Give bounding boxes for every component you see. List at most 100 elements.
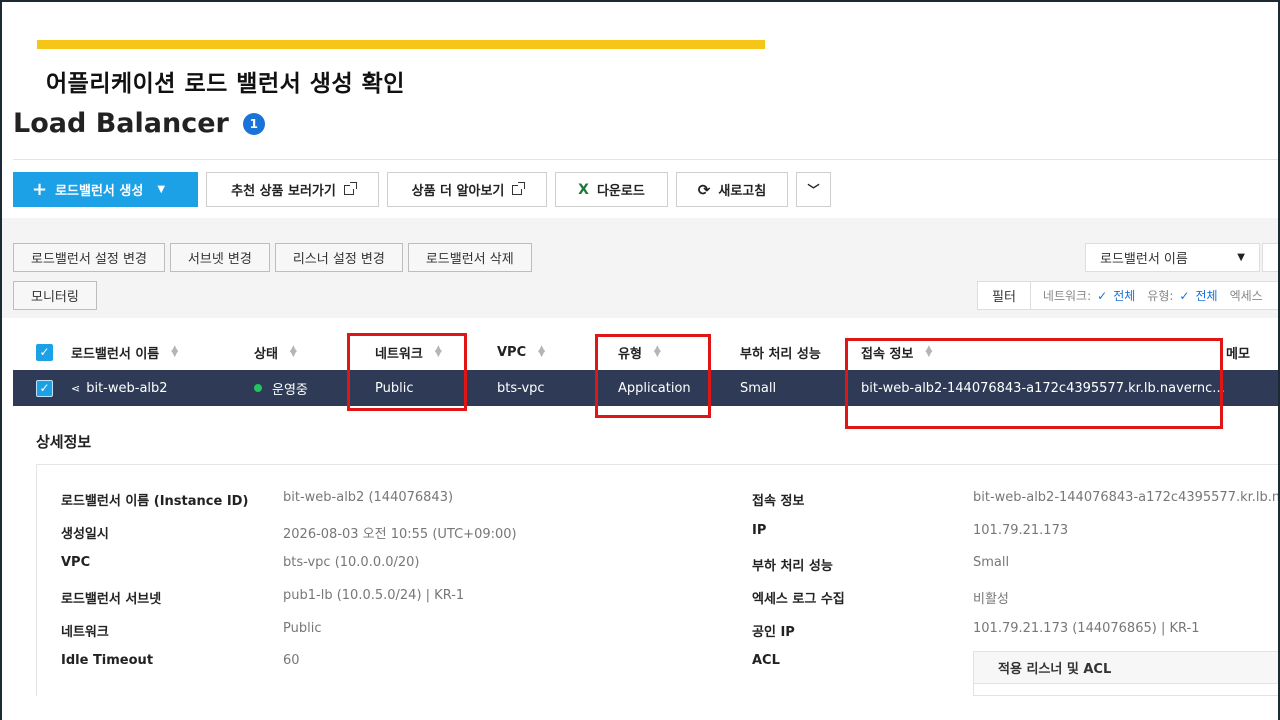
col-name-label: 로드밸런서 이름 [71, 346, 160, 362]
filter-type-label: 유형: [1147, 289, 1174, 303]
detail-label: 부하 처리 성능 [752, 559, 833, 574]
row-type: Application [618, 380, 691, 396]
toolbar: + 로드밸런서 생성 ▼ 추천 상품 보러가기 상품 더 알아보기 X 다운로드… [13, 172, 831, 207]
action-buttons: 로드밸런서 설정 변경 서브넷 변경 리스너 설정 변경 로드밸런서 삭제 [13, 243, 532, 272]
acl-header: 적용 리스너 및 ACL [974, 652, 1280, 684]
change-listener-button[interactable]: 리스너 설정 변경 [274, 243, 403, 272]
external-link-icon [343, 181, 357, 195]
detail-label: Idle Timeout [61, 653, 154, 668]
refresh-label: 새로고침 [718, 184, 767, 199]
check-icon: ✓ [36, 379, 53, 397]
detail-value: 101.79.21.173 (144076865) | KR-1 [973, 621, 1200, 636]
col-access-label: 접속 정보 [861, 346, 914, 362]
header-divider [13, 159, 1280, 160]
col-name[interactable]: 로드밸런서 이름 ▲ ▼ [71, 334, 178, 370]
learn-more-button[interactable]: 상품 더 알아보기 [387, 172, 547, 207]
row-vpc: bts-vpc [497, 380, 545, 396]
search-field-value: 로드밸런서 이름 [1100, 252, 1188, 267]
select-all-checkbox[interactable]: ✓ [36, 334, 53, 370]
detail-value: 2026-08-03 오전 10:55 (UTC+09:00) [283, 527, 517, 542]
filter-type[interactable]: 유형: ✓ 전체 [1147, 287, 1217, 304]
refresh-button[interactable]: ⟳ 새로고침 [676, 172, 788, 207]
count-badge: 1 [242, 112, 265, 135]
filter-bar[interactable]: 필터 네트워크: ✓ 전체 유형: ✓ 전체 엑세스 [977, 281, 1280, 310]
col-memo-label: 메모 [1226, 346, 1250, 362]
monitoring-button[interactable]: 모니터링 [13, 281, 97, 310]
console-screenshot: Load Balancer 1 + 로드밸런서 생성 ▼ 추천 상품 보러가기 … [0, 98, 1280, 696]
detail-label: 로드밸런서 이름 (Instance ID) [61, 494, 249, 509]
detail-label: VPC [61, 555, 91, 570]
row-checkbox[interactable]: ✓ [36, 370, 53, 406]
detail-value: Small [973, 555, 1010, 570]
col-network[interactable]: 네트워크 ▲ ▼ [375, 334, 442, 370]
search-input[interactable] [1262, 243, 1280, 272]
action-buttons-row2: 모니터링 [13, 281, 97, 310]
row-name-value: bit-web-alb2 [86, 380, 168, 396]
refresh-icon: ⟳ [697, 180, 711, 199]
change-lb-settings-button[interactable]: 로드밸런서 설정 변경 [13, 243, 165, 272]
detail-label: IP [752, 523, 767, 538]
recommended-products-button[interactable]: 추천 상품 보러가기 [206, 172, 379, 207]
table-header: ✓ 로드밸런서 이름 ▲ ▼ 상태 ▲ ▼ 네트워크 ▲ ▼ VPC ▲ ▼ 유형 ▲ ▼ 부하 처… [13, 334, 1280, 370]
filter-network-value: 전체 [1113, 289, 1136, 303]
detail-label: 로드밸런서 서브넷 [61, 592, 162, 607]
detail-label: 공인 IP [752, 625, 795, 640]
filter-access[interactable]: 엑세스 [1230, 287, 1263, 304]
detail-panel: 로드밸런서 이름 (Instance ID) bit-web-alb2 (144… [36, 464, 1280, 696]
filter-label: 필터 [978, 282, 1031, 309]
more-dropdown-button[interactable]: ﹀ [796, 172, 831, 207]
col-type[interactable]: 유형 ▲ ▼ [618, 334, 661, 370]
create-lb-label: 로드밸런서 생성 [55, 184, 144, 199]
detail-label: 접속 정보 [752, 494, 805, 509]
detail-label: 엑세스 로그 수집 [752, 592, 845, 607]
col-vpc[interactable]: VPC ▲ ▼ [497, 334, 545, 370]
row-performance: Small [740, 380, 777, 396]
col-status[interactable]: 상태 ▲ ▼ [254, 334, 297, 370]
delete-lb-button[interactable]: 로드밸런서 삭제 [407, 243, 532, 272]
caret-down-icon: ▼ [157, 184, 166, 195]
detail-label: 네트워크 [61, 625, 109, 640]
col-access[interactable]: 접속 정보 ▲ ▼ [861, 334, 932, 370]
col-performance[interactable]: 부하 처리 성능 [740, 334, 821, 370]
row-status-value: 운영중 [272, 382, 308, 398]
col-vpc-label: VPC [497, 344, 527, 360]
detail-value: bit-web-alb2 (144076843) [283, 490, 454, 505]
row-access: bit-web-alb2-144076843-a172c4395577.kr.l… [861, 380, 1225, 396]
sort-icon: ▲ ▼ [434, 344, 442, 359]
excel-icon: X [578, 181, 589, 198]
table-row[interactable]: ✓ ⋖ bit-web-alb2 운영중 Public bts-vpc Appli… [13, 370, 1280, 406]
download-button[interactable]: X 다운로드 [555, 172, 668, 207]
slide-title: 어플리케이션 로드 밸런서 생성 확인 [46, 71, 405, 97]
filter-type-value: 전체 [1195, 289, 1218, 303]
lb-table: ✓ 로드밸런서 이름 ▲ ▼ 상태 ▲ ▼ 네트워크 ▲ ▼ VPC ▲ ▼ 유형 ▲ ▼ 부하 처… [13, 334, 1280, 406]
change-subnet-button[interactable]: 서브넷 변경 [169, 243, 270, 272]
sort-icon: ▲ ▼ [289, 344, 297, 359]
sort-icon: ▲ ▼ [538, 344, 546, 359]
col-status-label: 상태 [254, 346, 278, 362]
filter-network[interactable]: 네트워크: ✓ 전체 [1043, 287, 1135, 304]
plus-icon: + [32, 179, 48, 200]
detail-value: pub1-lb (10.0.5.0/24) | KR-1 [283, 588, 465, 603]
detail-value: Public [283, 621, 322, 636]
detail-value: 비활성 [973, 592, 1009, 607]
chevron-down-icon: ﹀ [807, 183, 820, 197]
detail-value: bts-vpc (10.0.0.0/20) [283, 555, 420, 570]
check-icon: ✓ [1179, 289, 1190, 303]
page-header: Load Balancer 1 [13, 108, 265, 139]
acl-table: 적용 리스너 및 ACL [973, 651, 1280, 696]
accent-bar [37, 40, 765, 49]
row-name[interactable]: ⋖ bit-web-alb2 [71, 370, 168, 406]
detail-title: 상세정보 [36, 433, 92, 451]
learn-more-label: 상품 더 알아보기 [411, 184, 505, 199]
row-status: 운영중 [254, 370, 308, 406]
sort-icon: ▲ ▼ [171, 344, 179, 359]
search-field-select[interactable]: 로드밸런서 이름 ▼ [1085, 243, 1260, 272]
detail-label: 생성일시 [61, 527, 109, 542]
col-memo[interactable]: 메모 [1226, 334, 1250, 370]
recommended-products-label: 추천 상품 보러가기 [231, 184, 336, 199]
caret-down-icon: ▼ [1237, 252, 1245, 263]
detail-value: 60 [283, 653, 300, 668]
download-label: 다운로드 [596, 184, 645, 199]
col-type-label: 유형 [618, 346, 642, 362]
create-lb-button[interactable]: + 로드밸런서 생성 ▼ [13, 172, 198, 207]
